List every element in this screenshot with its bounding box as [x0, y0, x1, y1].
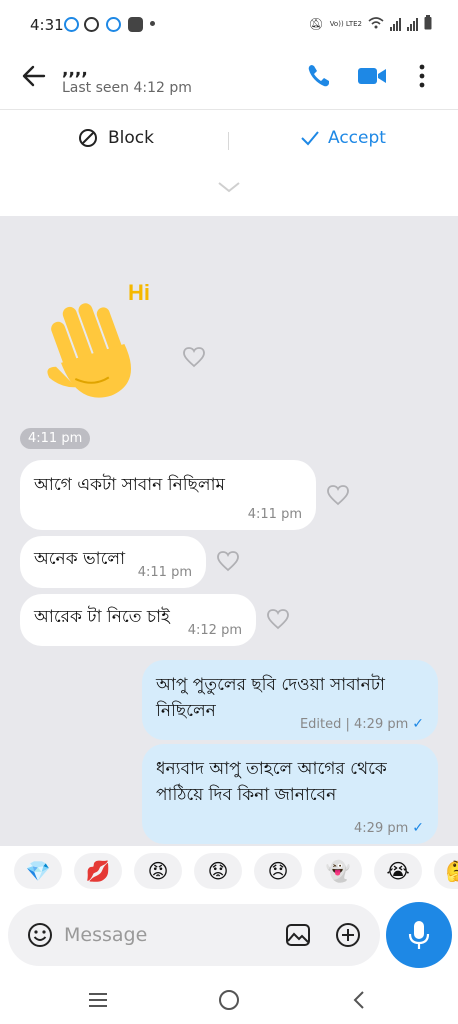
- voice-record-button[interactable]: [386, 902, 452, 968]
- status-time: 4:31: [30, 16, 64, 34]
- angry-face-icon: 😡: [147, 859, 169, 883]
- emoji-icon[interactable]: [26, 921, 54, 949]
- more-options-icon[interactable]: [412, 62, 432, 90]
- kiss-icon: 💋: [85, 859, 111, 883]
- block-label: Block: [108, 128, 154, 148]
- timestamp-pill: 4:11 pm: [20, 428, 91, 449]
- waving-hand-sticker[interactable]: [36, 288, 156, 408]
- last-seen: Last seen 4:12 pm: [62, 80, 192, 96]
- reaction-angry-button[interactable]: 😡: [134, 853, 182, 889]
- mute-icon: 🔕︎: [308, 17, 324, 31]
- reaction-disappointed-button[interactable]: 😞: [254, 853, 302, 889]
- message-input[interactable]: Message: [8, 904, 380, 966]
- thinking-face-icon: 🤔: [446, 859, 458, 883]
- incoming-message[interactable]: আরেক টা নিতে চাই 4:12 pm: [20, 594, 256, 646]
- heart-react-icon[interactable]: [266, 608, 290, 630]
- outgoing-message[interactable]: ধন্যবাদ আপু তাহলে আগের থেকে পাঠিয়ে দিব …: [142, 744, 438, 844]
- chat-header: ,,,, Last seen 4:12 pm: [0, 50, 458, 110]
- sticker-hi-text: Hi: [128, 280, 150, 305]
- block-button[interactable]: Block: [78, 128, 154, 148]
- video-call-icon[interactable]: [357, 62, 387, 90]
- status-icons: 🔕︎ Vo)) LTE2: [308, 15, 432, 33]
- reaction-crying-button[interactable]: 😭: [374, 853, 422, 889]
- battery-icon: [424, 15, 432, 33]
- reaction-worried-button[interactable]: 😟: [194, 853, 242, 889]
- block-icon: [79, 129, 97, 147]
- message-time-label: Edited | 4:29 pm: [299, 716, 409, 732]
- sent-check-icon: ✓: [412, 716, 424, 732]
- dot-icon: [150, 21, 155, 26]
- messenger-icon: [106, 17, 121, 32]
- message-composer: Message: [0, 896, 458, 976]
- accept-label: Accept: [328, 128, 386, 148]
- ghost-icon: 👻: [325, 859, 351, 883]
- status-bar: 4:31 🔕︎ Vo)) LTE2: [0, 0, 458, 50]
- message-text: ধন্যবাদ আপু তাহলে আগের থেকে পাঠিয়ে দিব …: [156, 759, 387, 805]
- heart-react-icon[interactable]: [326, 484, 350, 506]
- message-time: 4:12 pm: [188, 623, 242, 638]
- phone-icon[interactable]: [305, 62, 333, 90]
- reaction-ghost-button[interactable]: 👻: [314, 853, 362, 889]
- heart-react-icon[interactable]: [182, 346, 206, 368]
- message-time-label: 4:12 pm: [187, 623, 242, 638]
- heart-react-icon[interactable]: [216, 550, 240, 572]
- message-placeholder: Message: [64, 924, 148, 946]
- message-time-label: 4:11 pm: [137, 565, 192, 580]
- signal-icon: [407, 17, 418, 31]
- worried-face-icon: 😟: [207, 859, 229, 883]
- wifi-icon: [368, 16, 384, 32]
- message-time-label: 4:29 pm: [354, 820, 409, 836]
- divider: [228, 132, 229, 150]
- message-time: 4:29 pm ✓: [354, 820, 424, 836]
- crying-face-icon: 😭: [386, 859, 410, 883]
- whatsapp-icon: [84, 17, 99, 32]
- chat-icon: [128, 17, 143, 32]
- sent-check-icon: ✓: [412, 820, 424, 836]
- gallery-icon[interactable]: [284, 921, 312, 949]
- back-arrow-icon[interactable]: [20, 62, 48, 90]
- message-time: Edited | 4:29 pm ✓: [300, 716, 424, 732]
- message-time: 4:11 pm: [138, 565, 192, 580]
- chevron-down-icon[interactable]: [217, 180, 241, 194]
- message-text: আগে একটা সাবান নিছিলাম: [34, 475, 225, 495]
- outgoing-message[interactable]: আপু পুতুলের ছবি দেওয়া সাবানটা নিছিলেন E…: [142, 660, 438, 740]
- add-attachment-icon[interactable]: [334, 921, 362, 949]
- signal-icon: [390, 17, 401, 31]
- quick-reaction-row: 💎 💋 😡 😟 😞 👻 😭 🤔: [0, 846, 458, 896]
- chat-area[interactable]: Hi 4:11 pm আগে একটা সাবান নিছিলাম 4:11 p…: [0, 216, 458, 846]
- message-time-label: 4:11 pm: [247, 507, 302, 522]
- accept-button[interactable]: Accept: [300, 128, 386, 148]
- system-nav-bar: [0, 976, 458, 1024]
- reaction-thinking-button[interactable]: 🤔: [434, 853, 458, 889]
- recent-apps-icon[interactable]: [86, 988, 110, 1012]
- incoming-message[interactable]: আগে একটা সাবান নিছিলাম 4:11 pm: [20, 460, 316, 530]
- microphone-icon: [408, 921, 430, 949]
- messenger-icon: [64, 17, 79, 32]
- back-icon[interactable]: [348, 988, 372, 1012]
- message-request-bar: Block Accept: [0, 110, 458, 216]
- contact-name[interactable]: ,,,,: [62, 60, 88, 80]
- reaction-kiss-button[interactable]: 💋: [74, 853, 122, 889]
- message-time: 4:11 pm: [248, 507, 302, 522]
- incoming-message[interactable]: অনেক ভালো 4:11 pm: [20, 536, 206, 588]
- disappointed-face-icon: 😞: [267, 859, 289, 883]
- gem-icon: 💎: [25, 859, 51, 883]
- home-icon[interactable]: [217, 988, 241, 1012]
- network-label: Vo)) LTE2: [329, 19, 362, 28]
- reaction-gem-button[interactable]: 💎: [14, 853, 62, 889]
- check-icon: [301, 131, 319, 146]
